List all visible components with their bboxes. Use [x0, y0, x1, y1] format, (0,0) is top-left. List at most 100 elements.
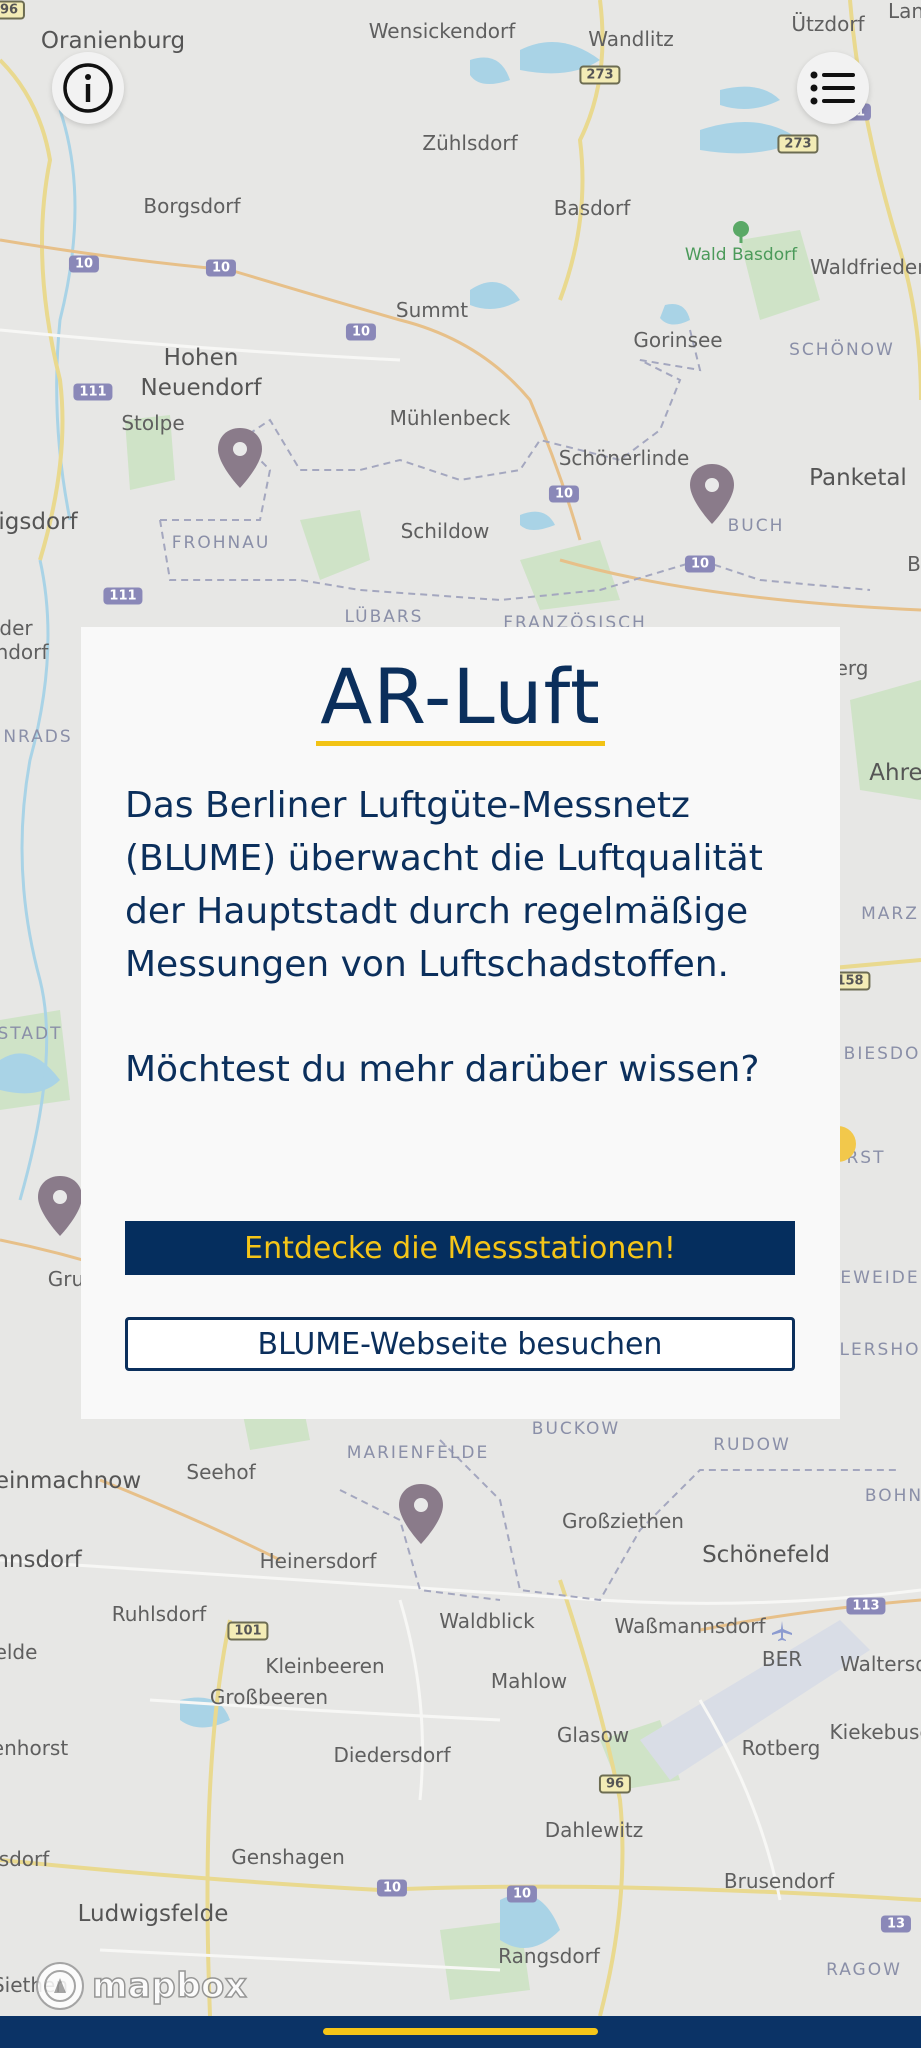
place-eweide: EWEIDE — [840, 1268, 920, 1288]
place-rangsdorf: Rangsdorf — [498, 1944, 600, 1968]
place-basdorf: Basdorf — [553, 196, 631, 220]
place-bohn: BOHN — [864, 1486, 921, 1506]
station-marker-icon[interactable] — [35, 1174, 85, 1238]
place-waldfrieden: Waldfrieden — [810, 255, 921, 279]
road-shield: 273 — [777, 134, 819, 154]
place-der: der — [0, 616, 33, 640]
place-summt: Summt — [395, 298, 469, 322]
place-lan: Lan — [887, 0, 921, 23]
road-shield: 96 — [598, 1774, 632, 1794]
place-kleinbeeren: Kleinbeeren — [265, 1654, 385, 1678]
road-shield: 96 — [0, 0, 26, 20]
road-shield: 101 — [227, 1621, 269, 1641]
road-shield: 111 — [103, 587, 143, 605]
place-frohnau: FROHNAU — [171, 533, 271, 553]
station-marker-icon[interactable] — [687, 462, 737, 526]
place-stadt: STADT — [0, 1024, 63, 1044]
place-mahlow: Mahlow — [490, 1669, 568, 1693]
place-igsdorf: igsdorf — [0, 509, 78, 535]
place-neuendorf: Neuendorf — [140, 375, 262, 401]
place-brusendorf: Brusendorf — [723, 1869, 835, 1893]
place-sdorf: sdorf — [0, 1847, 50, 1871]
place-elde: elde — [0, 1640, 38, 1664]
place-erg: erg — [835, 656, 869, 680]
discover-stations-button[interactable]: Entdecke die Messstationen! — [125, 1221, 795, 1275]
road-shield: 10 — [684, 555, 716, 573]
brand-header: AR-Luft — [81, 655, 840, 746]
place-panketal: Panketal — [809, 465, 907, 491]
place-kiekebusc: Kiekebusc — [829, 1720, 921, 1744]
place-b-edge: B — [907, 552, 921, 576]
place-ber: BER — [761, 1647, 803, 1671]
road-shield: 111 — [73, 383, 113, 401]
place-biesdo: BIESDO — [843, 1044, 921, 1064]
road-shield: 10 — [548, 485, 580, 503]
place-borgsdorf: Borgsdorf — [143, 194, 241, 218]
place-rudow: RUDOW — [713, 1435, 791, 1455]
place-lersho: LERSHO — [839, 1340, 921, 1360]
place-lubars: LÜBARS — [344, 607, 424, 627]
mapbox-logo-icon — [36, 1962, 84, 2010]
place-gorinsee: Gorinsee — [633, 328, 723, 352]
dialog-description: Das Berliner Luftgüte-Messnetz (BLUME) ü… — [125, 785, 763, 985]
place-rotberg: Rotberg — [741, 1736, 821, 1760]
place-enhorst: enhorst — [0, 1736, 69, 1760]
place-ludwigsfelde: Ludwigsfelde — [77, 1901, 229, 1927]
place-wald-basdorf: Wald Basdorf — [684, 245, 798, 265]
mapbox-attribution: mapbox — [91, 1965, 248, 2007]
place-ruhlsdorf: Ruhlsdorf — [111, 1602, 207, 1626]
place-schildow: Schildow — [400, 519, 490, 543]
place-oranienburg: Oranienburg — [40, 28, 186, 54]
road-shield: 113 — [846, 1597, 886, 1615]
road-shield: 273 — [579, 65, 621, 85]
place-waldblick: Waldblick — [439, 1609, 535, 1633]
home-indicator[interactable] — [323, 2028, 598, 2035]
place-dahlewitz: Dahlewitz — [544, 1818, 644, 1842]
mapbox-logo: mapbox — [34, 1960, 248, 2012]
place-schonefeld: Schönefeld — [702, 1542, 830, 1568]
place-ahre: Ahre — [869, 760, 921, 786]
list-icon — [810, 71, 855, 105]
place-wassmannsdorf: Waßmannsdorf — [614, 1614, 766, 1638]
info-dialog: AR-Luft Das Berliner Luftgüte-Messnetz (… — [81, 627, 840, 1419]
road-shield: 10 — [376, 1879, 408, 1897]
road-shield: 10 — [506, 1885, 538, 1903]
place-grossbeeren: Großbeeren — [209, 1685, 329, 1709]
road-shield: 13 — [880, 1915, 912, 1933]
station-marker-icon[interactable] — [396, 1482, 446, 1546]
place-nnsdorf: nnsdorf — [0, 1547, 82, 1573]
place-grossziethen: Großziethen — [562, 1509, 684, 1533]
park-tree-icon — [733, 221, 749, 243]
place-zuhlsdorf: Zühlsdorf — [422, 131, 518, 155]
road-shield: 10 — [345, 323, 377, 341]
info-button[interactable] — [52, 52, 124, 124]
place-wandlitz: Wandlitz — [588, 27, 674, 51]
road-shield: 10 — [205, 259, 237, 277]
dialog-question: Möchtest du mehr darüber wissen? — [125, 1049, 760, 1090]
list-menu-button[interactable] — [797, 52, 869, 124]
place-nrads: NRADS — [3, 727, 73, 747]
place-einmachnow: einmachnow — [0, 1468, 142, 1494]
place-heinersdorf: Heinersdorf — [259, 1549, 377, 1573]
place-seehof: Seehof — [186, 1460, 256, 1484]
place-marienfelde: MARIENFELDE — [346, 1443, 490, 1463]
place-glasow: Glasow — [556, 1723, 630, 1747]
road-shield: 10 — [68, 255, 100, 273]
place-utzdorf: Ützdorf — [791, 12, 865, 36]
visit-website-button[interactable]: BLUME-Webseite besuchen — [125, 1317, 795, 1371]
place-wensickendorf: Wensickendorf — [368, 19, 516, 43]
system-navigation-bar — [0, 2016, 921, 2048]
place-stolpe: Stolpe — [121, 411, 185, 435]
info-icon — [63, 63, 113, 113]
place-waltersd: Waltersd — [840, 1652, 921, 1676]
place-ndorf: ndorf — [0, 640, 49, 664]
place-muhlenbeck: Mühlenbeck — [389, 406, 511, 430]
place-schonow: SCHÖNOW — [789, 340, 895, 360]
place-marz: MARZ — [861, 904, 919, 924]
station-marker-icon[interactable] — [215, 426, 265, 490]
place-schonerlinde: Schönerlinde — [558, 446, 690, 470]
place-diedersdorf: Diedersdorf — [333, 1743, 451, 1767]
app-logo-title: AR-Luft — [316, 655, 605, 746]
place-gru: Gru — [47, 1267, 85, 1291]
place-hohen: Hohen — [163, 345, 239, 371]
